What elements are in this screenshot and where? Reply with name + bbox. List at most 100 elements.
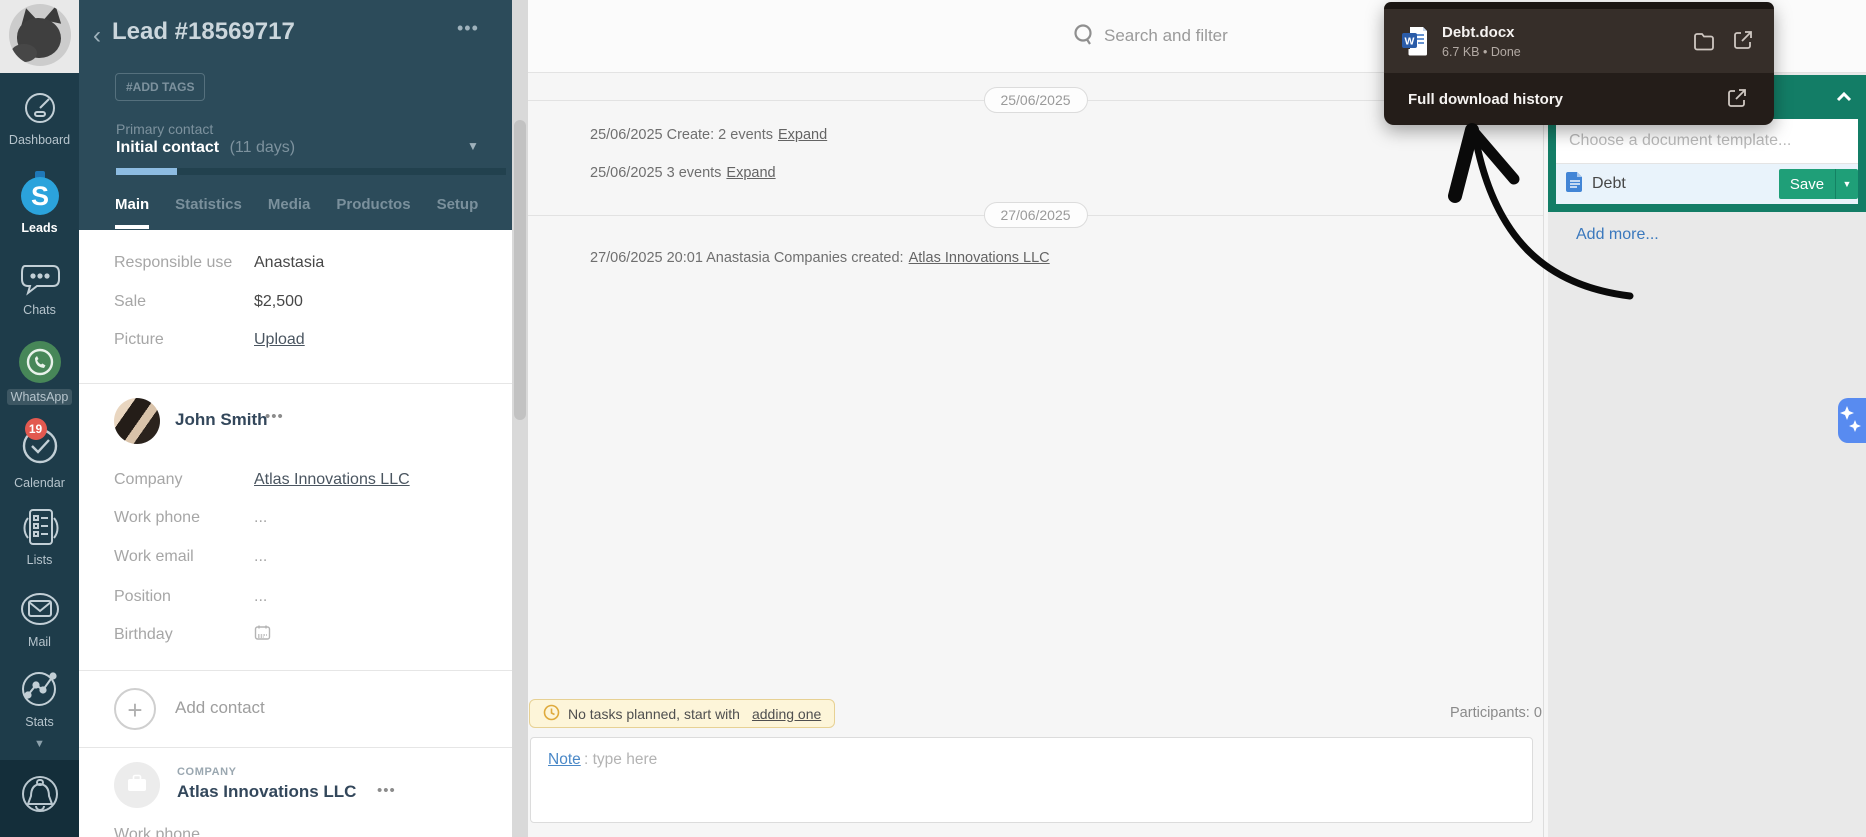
document-icon: [1566, 172, 1584, 197]
field-row-work-phone: Work phone ...: [114, 507, 494, 529]
add-more-link[interactable]: Add more...: [1576, 226, 1659, 244]
tab-statistics[interactable]: Statistics: [175, 196, 242, 229]
stage-duration: (11 days): [230, 139, 296, 156]
sidebar-item-chats[interactable]: Chats: [0, 258, 79, 317]
save-button[interactable]: Save: [1779, 169, 1835, 199]
company-avatar[interactable]: [114, 762, 160, 808]
template-search-input[interactable]: [1556, 119, 1858, 164]
field-value[interactable]: ...: [254, 588, 267, 606]
word-file-icon: W: [1402, 26, 1428, 56]
sidebar-bottom-section: [0, 760, 79, 837]
sidebar-item-stats[interactable]: Stats: [0, 666, 79, 729]
contact-avatar[interactable]: [114, 398, 160, 444]
add-contact-button[interactable]: Add contact: [175, 698, 265, 718]
contact-name[interactable]: John Smith: [175, 410, 268, 430]
event-text: 27/06/2025 20:01 Anastasia Companies cre…: [590, 250, 904, 266]
download-file-row[interactable]: W Debt.docx 6.7 KB • Done: [1384, 9, 1774, 73]
timeline-event: 25/06/2025 Create: 2 events Expand: [590, 127, 827, 143]
download-file-text: Debt.docx 6.7 KB • Done: [1442, 24, 1676, 59]
show-in-folder-icon[interactable]: [1692, 29, 1716, 53]
sidebar-item-label: WhatsApp: [7, 389, 73, 405]
field-row-sale: Sale $2,500: [114, 291, 494, 313]
adding-one-link[interactable]: adding one: [752, 706, 821, 722]
field-label: Work phone: [114, 826, 232, 837]
sidebar-item-mail[interactable]: Mail: [0, 588, 79, 649]
bell-icon[interactable]: [18, 772, 62, 829]
birthday-calendar-icon[interactable]: [254, 624, 271, 646]
lead-tabs: Main Statistics Media Productos Setup: [115, 196, 505, 229]
sidebar-item-label: Lists: [0, 553, 79, 567]
app-window: Dashboard S Leads Chats: [0, 0, 1866, 837]
ai-assistant-button[interactable]: [1838, 398, 1866, 443]
field-label: Work email: [114, 548, 232, 566]
stage-name: Initial contact: [116, 139, 219, 156]
participants-count: Participants: 0: [1450, 705, 1542, 721]
field-value[interactable]: Anastasia: [254, 254, 324, 272]
field-value[interactable]: $2,500: [254, 293, 303, 311]
stage-progress-bar[interactable]: [116, 168, 506, 175]
add-tags-button[interactable]: #ADD TAGS: [115, 73, 205, 101]
event-company-link[interactable]: Atlas Innovations LLC: [909, 250, 1050, 266]
field-value[interactable]: ...: [254, 509, 267, 527]
sidebar-item-leads[interactable]: S Leads: [0, 170, 79, 235]
svg-text:W: W: [1405, 36, 1415, 48]
clipboard-icon: [0, 506, 79, 548]
field-label: Picture: [114, 331, 232, 349]
sidebar-more-chevron-icon[interactable]: ▼: [0, 738, 79, 750]
note-input[interactable]: Note : type here: [530, 737, 1533, 823]
upload-link[interactable]: Upload: [254, 331, 305, 349]
contact-menu-ellipsis-icon[interactable]: •••: [265, 408, 284, 425]
sidebar-item-whatsapp[interactable]: WhatsApp: [0, 340, 79, 406]
leads-logo-icon: S: [0, 170, 79, 216]
full-download-history-link[interactable]: Full download history: [1408, 91, 1710, 108]
stage-line[interactable]: Initial contact (11 days): [116, 139, 295, 157]
tab-media[interactable]: Media: [268, 196, 311, 229]
sidebar-item-lists[interactable]: Lists: [0, 506, 79, 567]
add-contact-plus-icon[interactable]: +: [114, 688, 156, 730]
field-label: Birthday: [114, 626, 232, 644]
stage-chevron-down-icon[interactable]: ▼: [467, 139, 479, 153]
sidebar-item-label: Dashboard: [0, 133, 79, 147]
templates-widget: Debt Save ▼: [1548, 119, 1866, 212]
open-file-external-icon[interactable]: [1732, 29, 1756, 53]
collapse-chevron-icon[interactable]: [1836, 89, 1852, 110]
field-row-work-email: Work email ...: [114, 546, 494, 568]
no-tasks-banner: No tasks planned, start with adding one: [529, 699, 835, 728]
event-text: 25/06/2025 Create: 2 events: [590, 127, 773, 143]
save-dropdown-chevron-icon[interactable]: ▼: [1835, 169, 1858, 199]
template-row[interactable]: Debt Save ▼: [1556, 164, 1858, 204]
sidebar-item-label: Mail: [0, 635, 79, 649]
event-expand-link[interactable]: Expand: [778, 127, 827, 143]
field-value[interactable]: ...: [254, 548, 267, 566]
download-file-meta: 6.7 KB • Done: [1442, 45, 1676, 59]
main-scrollbar-thumb[interactable]: [514, 120, 526, 420]
pipeline-label: Primary contact: [116, 121, 213, 137]
notification-badge: 19: [25, 418, 47, 440]
lead-header: ‹ Lead #18569717 ••• #ADD TAGS Primary c…: [79, 0, 512, 230]
template-name: Debt: [1592, 175, 1779, 193]
download-popup-footer: Full download history: [1384, 73, 1774, 125]
lead-menu-ellipsis-icon[interactable]: •••: [457, 18, 479, 39]
note-type-link[interactable]: Note: [548, 751, 581, 769]
field-row-responsible: Responsible user Anastasia: [114, 252, 494, 274]
main-scrollbar[interactable]: [512, 0, 528, 837]
banner-text: No tasks planned, start with: [568, 706, 740, 722]
svg-text:S: S: [30, 181, 48, 211]
cat-avatar-image: [9, 4, 71, 66]
sidebar-item-dashboard[interactable]: Dashboard: [0, 88, 79, 147]
account-avatar[interactable]: [0, 0, 79, 73]
back-chevron-icon[interactable]: ‹: [93, 22, 101, 50]
tab-main[interactable]: Main: [115, 196, 149, 229]
envelope-icon: [0, 588, 79, 630]
tab-productos[interactable]: Productos: [336, 196, 410, 229]
company-link[interactable]: Atlas Innovations LLC: [254, 471, 410, 489]
event-expand-link[interactable]: Expand: [726, 165, 775, 181]
company-name[interactable]: Atlas Innovations LLC: [177, 782, 356, 802]
gauge-icon: [0, 88, 79, 128]
company-menu-ellipsis-icon[interactable]: •••: [377, 782, 396, 799]
note-placeholder: : type here: [584, 751, 657, 769]
sidebar-item-label: Stats: [0, 715, 79, 729]
history-external-icon[interactable]: [1726, 87, 1750, 111]
sidebar-item-calendar[interactable]: 19 Calendar: [0, 424, 79, 490]
tab-setup[interactable]: Setup: [437, 196, 479, 229]
